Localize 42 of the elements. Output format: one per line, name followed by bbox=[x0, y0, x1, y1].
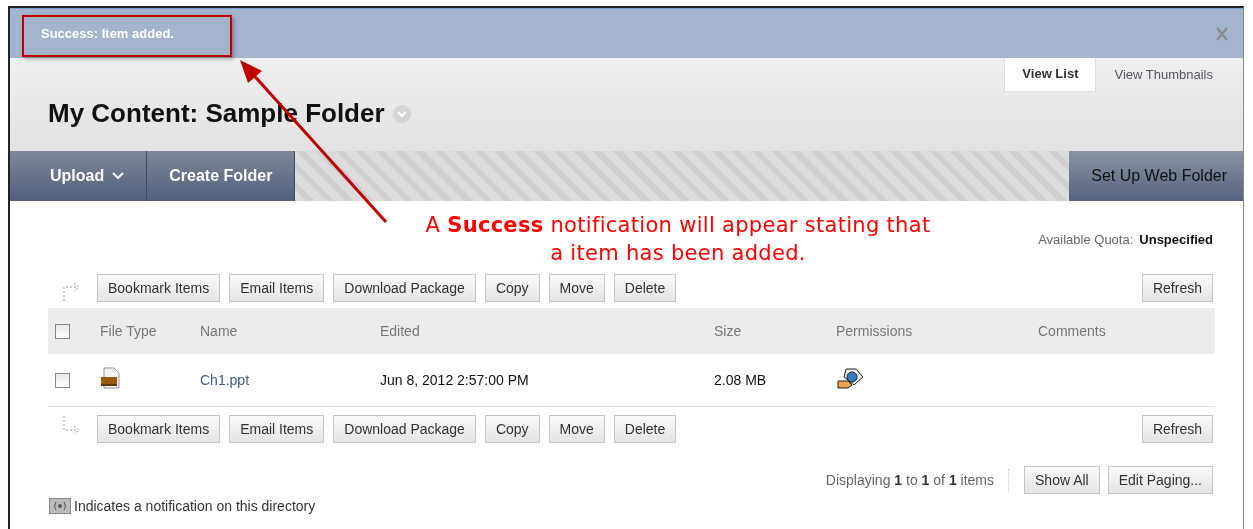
file-name-link[interactable]: Ch1.ppt bbox=[200, 371, 250, 388]
legend-text: Indicates a notification on this directory bbox=[74, 497, 316, 514]
toolbar-button[interactable]: Email Items bbox=[229, 414, 325, 443]
file-size: 2.08 MB bbox=[714, 371, 767, 388]
view-tab[interactable]: View List bbox=[1004, 58, 1097, 92]
paging-button[interactable]: Show All bbox=[1024, 465, 1100, 494]
notification-message: Success: Item added. bbox=[41, 26, 174, 41]
toolbar-button[interactable]: Email Items bbox=[229, 274, 325, 302]
edited-date: Jun 8, 2012 2:57:00 PM bbox=[380, 371, 529, 388]
paging-button[interactable]: Edit Paging... bbox=[1107, 465, 1213, 494]
row-checkbox[interactable] bbox=[55, 373, 70, 389]
quota-value: Unspecified bbox=[1139, 232, 1213, 247]
paging-summary: Displaying 1 to 1 of 1 items bbox=[825, 471, 994, 488]
toolbar-button[interactable]: Download Package bbox=[333, 414, 476, 443]
quota-label: Available Quota: bbox=[1038, 232, 1134, 247]
toolbar-button[interactable]: Delete bbox=[613, 414, 677, 443]
action-button[interactable]: Set Up Web Folder bbox=[1069, 151, 1243, 201]
permissions-icon[interactable] bbox=[836, 367, 864, 390]
toolbar-button[interactable]: Move bbox=[548, 414, 605, 443]
toolbar-button[interactable]: Download Package bbox=[333, 274, 476, 302]
toolbar-button[interactable]: Move bbox=[548, 274, 605, 302]
action-button[interactable]: Create Folder bbox=[147, 151, 296, 201]
toolbar-button[interactable]: Copy bbox=[484, 414, 540, 443]
refresh-button[interactable]: Refresh bbox=[1141, 274, 1213, 302]
toolbar-button[interactable]: Copy bbox=[484, 274, 540, 302]
toolbar-button[interactable]: Bookmark Items bbox=[97, 414, 221, 443]
caret-icon bbox=[112, 172, 125, 180]
column-header: Edited bbox=[380, 323, 420, 339]
column-header: Permissions bbox=[836, 323, 913, 339]
column-header: Name bbox=[200, 323, 238, 339]
column-header: File Type bbox=[100, 323, 157, 339]
view-tab[interactable]: View Thumbnails bbox=[1096, 58, 1231, 92]
column-header: Comments bbox=[1038, 323, 1106, 339]
action-button[interactable]: Upload bbox=[10, 151, 148, 201]
annotation-text: A Success notification will appear stating that a item has been added. bbox=[424, 212, 932, 267]
column-header: Size bbox=[714, 323, 742, 339]
presentation-file-icon bbox=[100, 367, 122, 390]
refresh-button[interactable]: Refresh bbox=[1141, 414, 1213, 443]
select-all-checkbox[interactable] bbox=[55, 324, 70, 340]
notification-signal-icon bbox=[49, 497, 71, 514]
toolbar-button[interactable]: Delete bbox=[613, 274, 677, 302]
toolbar-button[interactable]: Bookmark Items bbox=[97, 274, 221, 302]
